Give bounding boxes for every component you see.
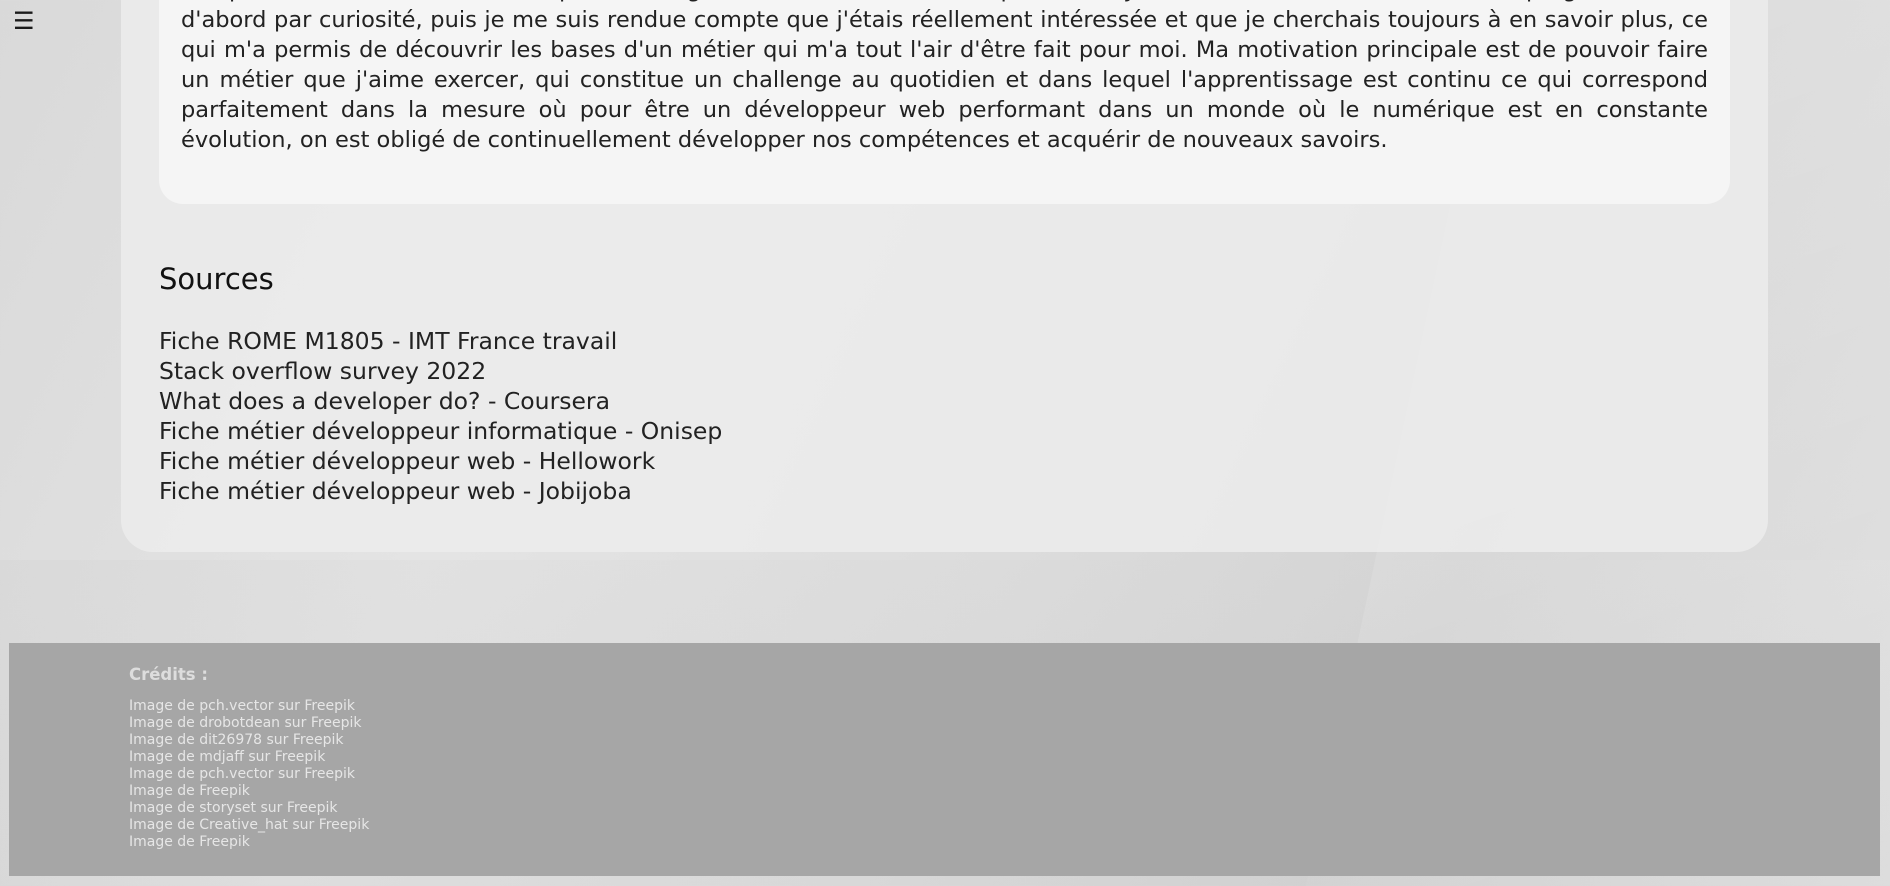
- sources-list: Fiche ROME M1805 - IMT France travail St…: [159, 326, 722, 506]
- footer: Crédits : Image de pch.vector sur Freepi…: [9, 643, 1880, 876]
- list-item: Image de pch.vector sur Freepik: [129, 766, 369, 783]
- motivation-paragraph: composants d'un ordinateur, lesquels int…: [181, 0, 1708, 153]
- credit-link[interactable]: Image de drobotdean sur Freepik: [129, 715, 361, 731]
- credit-link[interactable]: Image de Freepik: [129, 834, 250, 850]
- list-item: Fiche métier développeur informatique - …: [159, 416, 722, 446]
- list-item: Stack overflow survey 2022: [159, 356, 722, 386]
- list-item: Image de drobotdean sur Freepik: [129, 715, 369, 732]
- list-item: Fiche ROME M1805 - IMT France travail: [159, 326, 722, 356]
- credit-link[interactable]: Image de pch.vector sur Freepik: [129, 698, 355, 714]
- credits-heading: Crédits :: [129, 665, 208, 684]
- credit-link[interactable]: Image de dit26978 sur Freepik: [129, 732, 343, 748]
- credit-link[interactable]: Image de pch.vector sur Freepik: [129, 766, 355, 782]
- credit-link[interactable]: Image de Creative_hat sur Freepik: [129, 817, 369, 833]
- source-link[interactable]: Fiche ROME M1805 - IMT France travail: [159, 327, 617, 355]
- credit-link[interactable]: Image de Freepik: [129, 783, 250, 799]
- sources-heading: Sources: [159, 262, 274, 296]
- list-item: Image de Freepik: [129, 834, 369, 851]
- list-item: Image de storyset sur Freepik: [129, 800, 369, 817]
- list-item: Image de dit26978 sur Freepik: [129, 732, 369, 749]
- source-link[interactable]: Fiche métier développeur web - Hellowork: [159, 447, 655, 475]
- credit-link[interactable]: Image de mdjaff sur Freepik: [129, 749, 325, 765]
- list-item: Fiche métier développeur web - Jobijoba: [159, 476, 722, 506]
- list-item: Image de Freepik: [129, 783, 369, 800]
- credit-link[interactable]: Image de storyset sur Freepik: [129, 800, 337, 816]
- list-item: Image de mdjaff sur Freepik: [129, 749, 369, 766]
- source-link[interactable]: Fiche métier développeur web - Jobijoba: [159, 477, 632, 505]
- source-link[interactable]: What does a developer do? - Coursera: [159, 387, 610, 415]
- list-item: Image de Creative_hat sur Freepik: [129, 817, 369, 834]
- credits-list: Image de pch.vector sur Freepik Image de…: [129, 698, 369, 851]
- list-item: Fiche métier développeur web - Hellowork: [159, 446, 722, 476]
- list-item: What does a developer do? - Coursera: [159, 386, 722, 416]
- hamburger-menu-icon[interactable]: ☰: [13, 6, 35, 36]
- source-link[interactable]: Stack overflow survey 2022: [159, 357, 486, 385]
- source-link[interactable]: Fiche métier développeur informatique - …: [159, 417, 722, 445]
- list-item: Image de pch.vector sur Freepik: [129, 698, 369, 715]
